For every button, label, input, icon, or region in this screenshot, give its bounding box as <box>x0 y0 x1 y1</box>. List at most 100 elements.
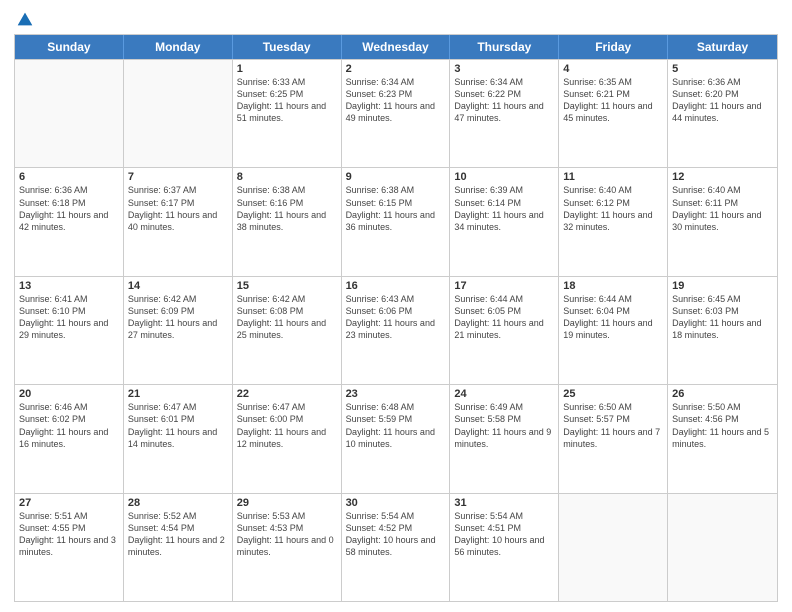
day-number: 11 <box>563 171 663 183</box>
cal-cell-day-29: 29Sunrise: 5:53 AM Sunset: 4:53 PM Dayli… <box>233 494 342 601</box>
cal-cell-empty <box>668 494 777 601</box>
day-number: 10 <box>454 171 554 183</box>
day-number: 24 <box>454 388 554 400</box>
day-number: 7 <box>128 171 228 183</box>
day-number: 13 <box>19 280 119 292</box>
cal-cell-day-25: 25Sunrise: 6:50 AM Sunset: 5:57 PM Dayli… <box>559 385 668 492</box>
cell-info: Sunrise: 6:50 AM Sunset: 5:57 PM Dayligh… <box>563 401 663 450</box>
day-number: 30 <box>346 497 446 509</box>
cell-info: Sunrise: 6:33 AM Sunset: 6:25 PM Dayligh… <box>237 76 337 125</box>
cal-cell-day-11: 11Sunrise: 6:40 AM Sunset: 6:12 PM Dayli… <box>559 168 668 275</box>
calendar-row-1: 6Sunrise: 6:36 AM Sunset: 6:18 PM Daylig… <box>15 167 777 275</box>
header-day-wednesday: Wednesday <box>342 35 451 59</box>
header-day-friday: Friday <box>559 35 668 59</box>
cal-cell-empty <box>559 494 668 601</box>
day-number: 22 <box>237 388 337 400</box>
cell-info: Sunrise: 6:39 AM Sunset: 6:14 PM Dayligh… <box>454 184 554 233</box>
cell-info: Sunrise: 6:40 AM Sunset: 6:12 PM Dayligh… <box>563 184 663 233</box>
day-number: 5 <box>672 63 773 75</box>
day-number: 18 <box>563 280 663 292</box>
page: SundayMondayTuesdayWednesdayThursdayFrid… <box>0 0 792 612</box>
cal-cell-day-10: 10Sunrise: 6:39 AM Sunset: 6:14 PM Dayli… <box>450 168 559 275</box>
cal-cell-day-2: 2Sunrise: 6:34 AM Sunset: 6:23 PM Daylig… <box>342 60 451 167</box>
cal-cell-day-16: 16Sunrise: 6:43 AM Sunset: 6:06 PM Dayli… <box>342 277 451 384</box>
cal-cell-day-19: 19Sunrise: 6:45 AM Sunset: 6:03 PM Dayli… <box>668 277 777 384</box>
cal-cell-day-22: 22Sunrise: 6:47 AM Sunset: 6:00 PM Dayli… <box>233 385 342 492</box>
cell-info: Sunrise: 6:47 AM Sunset: 6:00 PM Dayligh… <box>237 401 337 450</box>
calendar-body: 1Sunrise: 6:33 AM Sunset: 6:25 PM Daylig… <box>15 59 777 601</box>
cal-cell-day-5: 5Sunrise: 6:36 AM Sunset: 6:20 PM Daylig… <box>668 60 777 167</box>
cell-info: Sunrise: 6:34 AM Sunset: 6:23 PM Dayligh… <box>346 76 446 125</box>
cell-info: Sunrise: 5:54 AM Sunset: 4:52 PM Dayligh… <box>346 510 446 559</box>
cal-cell-day-30: 30Sunrise: 5:54 AM Sunset: 4:52 PM Dayli… <box>342 494 451 601</box>
day-number: 20 <box>19 388 119 400</box>
cell-info: Sunrise: 6:38 AM Sunset: 6:15 PM Dayligh… <box>346 184 446 233</box>
day-number: 21 <box>128 388 228 400</box>
calendar: SundayMondayTuesdayWednesdayThursdayFrid… <box>14 34 778 602</box>
cal-cell-day-13: 13Sunrise: 6:41 AM Sunset: 6:10 PM Dayli… <box>15 277 124 384</box>
day-number: 17 <box>454 280 554 292</box>
day-number: 4 <box>563 63 663 75</box>
cell-info: Sunrise: 6:42 AM Sunset: 6:08 PM Dayligh… <box>237 293 337 342</box>
cal-cell-day-7: 7Sunrise: 6:37 AM Sunset: 6:17 PM Daylig… <box>124 168 233 275</box>
cal-cell-day-14: 14Sunrise: 6:42 AM Sunset: 6:09 PM Dayli… <box>124 277 233 384</box>
cell-info: Sunrise: 6:36 AM Sunset: 6:20 PM Dayligh… <box>672 76 773 125</box>
cal-cell-day-24: 24Sunrise: 6:49 AM Sunset: 5:58 PM Dayli… <box>450 385 559 492</box>
day-number: 8 <box>237 171 337 183</box>
cell-info: Sunrise: 5:52 AM Sunset: 4:54 PM Dayligh… <box>128 510 228 559</box>
cell-info: Sunrise: 6:42 AM Sunset: 6:09 PM Dayligh… <box>128 293 228 342</box>
calendar-row-4: 27Sunrise: 5:51 AM Sunset: 4:55 PM Dayli… <box>15 493 777 601</box>
cell-info: Sunrise: 5:53 AM Sunset: 4:53 PM Dayligh… <box>237 510 337 559</box>
logo-icon <box>16 10 34 28</box>
cal-cell-day-1: 1Sunrise: 6:33 AM Sunset: 6:25 PM Daylig… <box>233 60 342 167</box>
cal-cell-day-18: 18Sunrise: 6:44 AM Sunset: 6:04 PM Dayli… <box>559 277 668 384</box>
calendar-row-2: 13Sunrise: 6:41 AM Sunset: 6:10 PM Dayli… <box>15 276 777 384</box>
cell-info: Sunrise: 6:36 AM Sunset: 6:18 PM Dayligh… <box>19 184 119 233</box>
header-day-saturday: Saturday <box>668 35 777 59</box>
day-number: 9 <box>346 171 446 183</box>
day-number: 15 <box>237 280 337 292</box>
day-number: 26 <box>672 388 773 400</box>
cal-cell-day-17: 17Sunrise: 6:44 AM Sunset: 6:05 PM Dayli… <box>450 277 559 384</box>
cal-cell-day-6: 6Sunrise: 6:36 AM Sunset: 6:18 PM Daylig… <box>15 168 124 275</box>
cell-info: Sunrise: 6:38 AM Sunset: 6:16 PM Dayligh… <box>237 184 337 233</box>
cal-cell-day-28: 28Sunrise: 5:52 AM Sunset: 4:54 PM Dayli… <box>124 494 233 601</box>
day-number: 14 <box>128 280 228 292</box>
cal-cell-day-27: 27Sunrise: 5:51 AM Sunset: 4:55 PM Dayli… <box>15 494 124 601</box>
cal-cell-day-4: 4Sunrise: 6:35 AM Sunset: 6:21 PM Daylig… <box>559 60 668 167</box>
cal-cell-empty <box>124 60 233 167</box>
cal-cell-day-9: 9Sunrise: 6:38 AM Sunset: 6:15 PM Daylig… <box>342 168 451 275</box>
cell-info: Sunrise: 6:40 AM Sunset: 6:11 PM Dayligh… <box>672 184 773 233</box>
cal-cell-day-21: 21Sunrise: 6:47 AM Sunset: 6:01 PM Dayli… <box>124 385 233 492</box>
calendar-header: SundayMondayTuesdayWednesdayThursdayFrid… <box>15 35 777 59</box>
logo <box>14 10 34 28</box>
day-number: 3 <box>454 63 554 75</box>
calendar-row-0: 1Sunrise: 6:33 AM Sunset: 6:25 PM Daylig… <box>15 59 777 167</box>
cell-info: Sunrise: 6:47 AM Sunset: 6:01 PM Dayligh… <box>128 401 228 450</box>
cell-info: Sunrise: 6:41 AM Sunset: 6:10 PM Dayligh… <box>19 293 119 342</box>
cal-cell-day-23: 23Sunrise: 6:48 AM Sunset: 5:59 PM Dayli… <box>342 385 451 492</box>
day-number: 12 <box>672 171 773 183</box>
cal-cell-day-12: 12Sunrise: 6:40 AM Sunset: 6:11 PM Dayli… <box>668 168 777 275</box>
cell-info: Sunrise: 6:44 AM Sunset: 6:05 PM Dayligh… <box>454 293 554 342</box>
day-number: 25 <box>563 388 663 400</box>
day-number: 27 <box>19 497 119 509</box>
header-day-thursday: Thursday <box>450 35 559 59</box>
cal-cell-day-20: 20Sunrise: 6:46 AM Sunset: 6:02 PM Dayli… <box>15 385 124 492</box>
cell-info: Sunrise: 5:54 AM Sunset: 4:51 PM Dayligh… <box>454 510 554 559</box>
cal-cell-day-31: 31Sunrise: 5:54 AM Sunset: 4:51 PM Dayli… <box>450 494 559 601</box>
cell-info: Sunrise: 6:44 AM Sunset: 6:04 PM Dayligh… <box>563 293 663 342</box>
cell-info: Sunrise: 6:46 AM Sunset: 6:02 PM Dayligh… <box>19 401 119 450</box>
cell-info: Sunrise: 5:50 AM Sunset: 4:56 PM Dayligh… <box>672 401 773 450</box>
day-number: 1 <box>237 63 337 75</box>
day-number: 31 <box>454 497 554 509</box>
cell-info: Sunrise: 6:45 AM Sunset: 6:03 PM Dayligh… <box>672 293 773 342</box>
header <box>14 10 778 28</box>
day-number: 23 <box>346 388 446 400</box>
day-number: 6 <box>19 171 119 183</box>
header-day-monday: Monday <box>124 35 233 59</box>
header-day-tuesday: Tuesday <box>233 35 342 59</box>
cal-cell-day-15: 15Sunrise: 6:42 AM Sunset: 6:08 PM Dayli… <box>233 277 342 384</box>
cal-cell-day-26: 26Sunrise: 5:50 AM Sunset: 4:56 PM Dayli… <box>668 385 777 492</box>
cal-cell-empty <box>15 60 124 167</box>
